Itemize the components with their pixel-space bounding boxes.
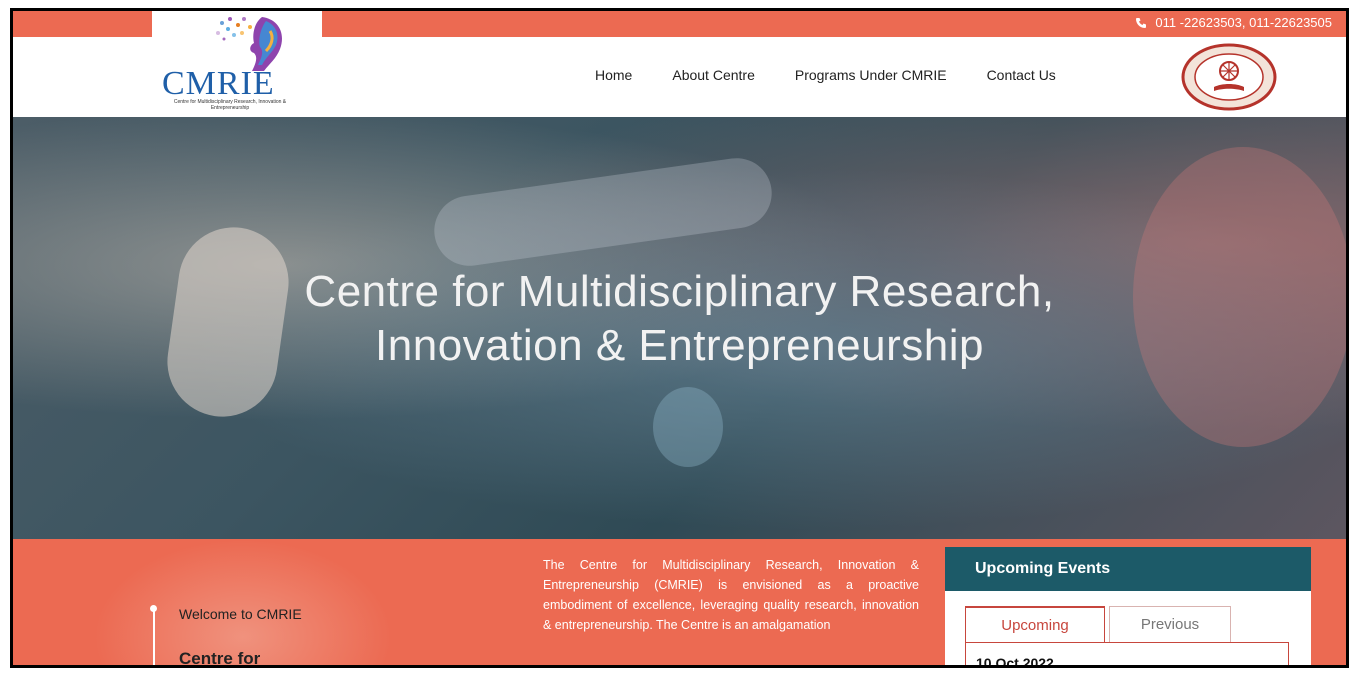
main-nav: Home About Centre Programs Under CMRIE C… xyxy=(595,67,1096,83)
browser-page: 011 -22623503, 011-22623505 CMRIE Centre… xyxy=(10,8,1349,668)
intro-paragraph: The Centre for Multidisciplinary Researc… xyxy=(543,558,919,632)
logo-wordmark: CMRIE xyxy=(162,65,275,102)
site-header: CMRIE Centre for Multidisciplinary Resea… xyxy=(13,11,1346,117)
about-heading: Centre for xyxy=(179,649,261,668)
nav-home[interactable]: Home xyxy=(595,67,632,83)
nav-contact-us[interactable]: Contact Us xyxy=(987,67,1056,83)
hero-bg-shape xyxy=(429,153,777,271)
cmrie-logo[interactable]: CMRIE Centre for Multidisciplinary Resea… xyxy=(152,11,322,117)
head-profile-logo-icon xyxy=(216,17,282,71)
about-section: Welcome to CMRIE Centre for The Centre f… xyxy=(13,539,1346,668)
timeline-line xyxy=(153,609,155,665)
events-title: Upcoming Events xyxy=(945,547,1311,591)
events-list: 10 Oct 2022 xyxy=(965,642,1289,665)
hero-bg-shape xyxy=(653,387,723,467)
tab-previous[interactable]: Previous xyxy=(1109,606,1231,642)
hero-title-line2: Innovation & Entrepreneurship xyxy=(375,321,984,370)
nav-programs[interactable]: Programs Under CMRIE xyxy=(795,67,947,83)
logo-subtitle: Centre for Multidisciplinary Research, I… xyxy=(173,99,287,111)
hero-title-line1: Centre for Multidisciplinary Research, xyxy=(304,267,1055,316)
events-tabs: Upcoming Previous xyxy=(965,606,1231,642)
phone-numbers: 011 -22623503, 011-22623505 xyxy=(1155,15,1332,30)
university-seal-icon[interactable] xyxy=(1180,43,1278,111)
hero-title: Centre for Multidisciplinary Research, I… xyxy=(13,265,1346,373)
events-widget: Upcoming Events Upcoming Previous 10 Oct… xyxy=(945,547,1311,665)
welcome-label: Welcome to CMRIE xyxy=(179,606,302,622)
phone-icon xyxy=(1136,17,1147,28)
timeline-dot xyxy=(150,605,157,612)
event-date[interactable]: 10 Oct 2022 xyxy=(976,655,1054,665)
nav-about-centre[interactable]: About Centre xyxy=(672,67,755,83)
tab-upcoming[interactable]: Upcoming xyxy=(965,606,1105,642)
contact-phone[interactable]: 011 -22623503, 011-22623505 xyxy=(1135,15,1332,30)
hero-banner: Centre for Multidisciplinary Research, I… xyxy=(13,117,1346,539)
